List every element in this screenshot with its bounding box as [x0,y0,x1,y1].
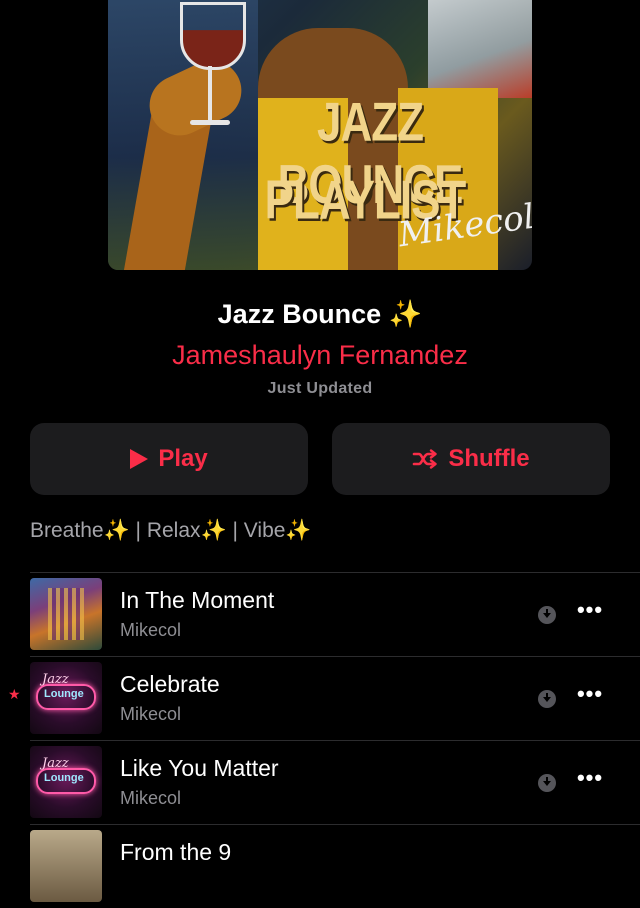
shuffle-button[interactable]: Shuffle [332,423,610,495]
play-icon [130,449,149,469]
playlist-description: Breathe✨ | Relax✨ | Vibe✨ [30,519,312,542]
shuffle-button-label: Shuffle [448,445,530,472]
wine-glass [180,2,246,70]
star-icon: ★ [8,686,21,702]
track-row[interactable]: Jazz Lounge Like You Matter Mikecol ••• [0,740,640,824]
more-icon[interactable]: ••• [570,681,610,707]
artwork-panel [428,0,532,98]
download-icon[interactable] [538,690,556,708]
playlist-author[interactable]: Jameshaulyn Fernandez [0,340,640,371]
track-row[interactable]: In The Moment Mikecol ••• [0,572,640,656]
wine-glass-base [190,120,230,125]
artwork-text-jazz: Jazz [42,672,69,687]
track-artwork [30,578,102,650]
track-artwork: Jazz Lounge [30,746,102,818]
track-row[interactable]: ★ Jazz Lounge Celebrate Mikecol ••• [0,656,640,740]
play-button[interactable]: Play [30,423,308,495]
track-artist: Mikecol [120,788,182,808]
track-title: From the 9 [120,839,232,865]
row-divider [30,572,640,573]
artwork-text-jazz: Jazz [42,756,69,771]
more-icon[interactable]: ••• [570,765,610,791]
shuffle-icon [413,449,438,469]
track-title: Celebrate [120,671,220,697]
playlist-updated-status: Just Updated [267,380,373,397]
download-icon[interactable] [538,774,556,792]
play-button-label: Play [158,445,208,472]
artwork-text-lounge: Lounge [44,772,84,784]
track-artist: Mikecol [120,704,182,724]
track-title: Like You Matter [120,755,279,781]
more-icon[interactable]: ••• [570,597,610,623]
track-artwork: Jazz Lounge [30,662,102,734]
track-row[interactable]: From the 9 [0,824,640,908]
playlist-artwork: JAZZ BOUNCE PLAYLIST Mikecol [108,0,532,270]
download-icon[interactable] [538,606,556,624]
wine-glass-stem [208,66,212,122]
row-divider [30,824,640,825]
track-artwork [30,830,102,902]
track-artist: Mikecol [120,620,182,640]
row-divider [30,656,640,657]
playlist-title: Jazz Bounce ✨ [217,299,423,329]
track-title: In The Moment [120,587,275,613]
row-divider [30,740,640,741]
artwork-text-lounge: Lounge [44,688,84,700]
